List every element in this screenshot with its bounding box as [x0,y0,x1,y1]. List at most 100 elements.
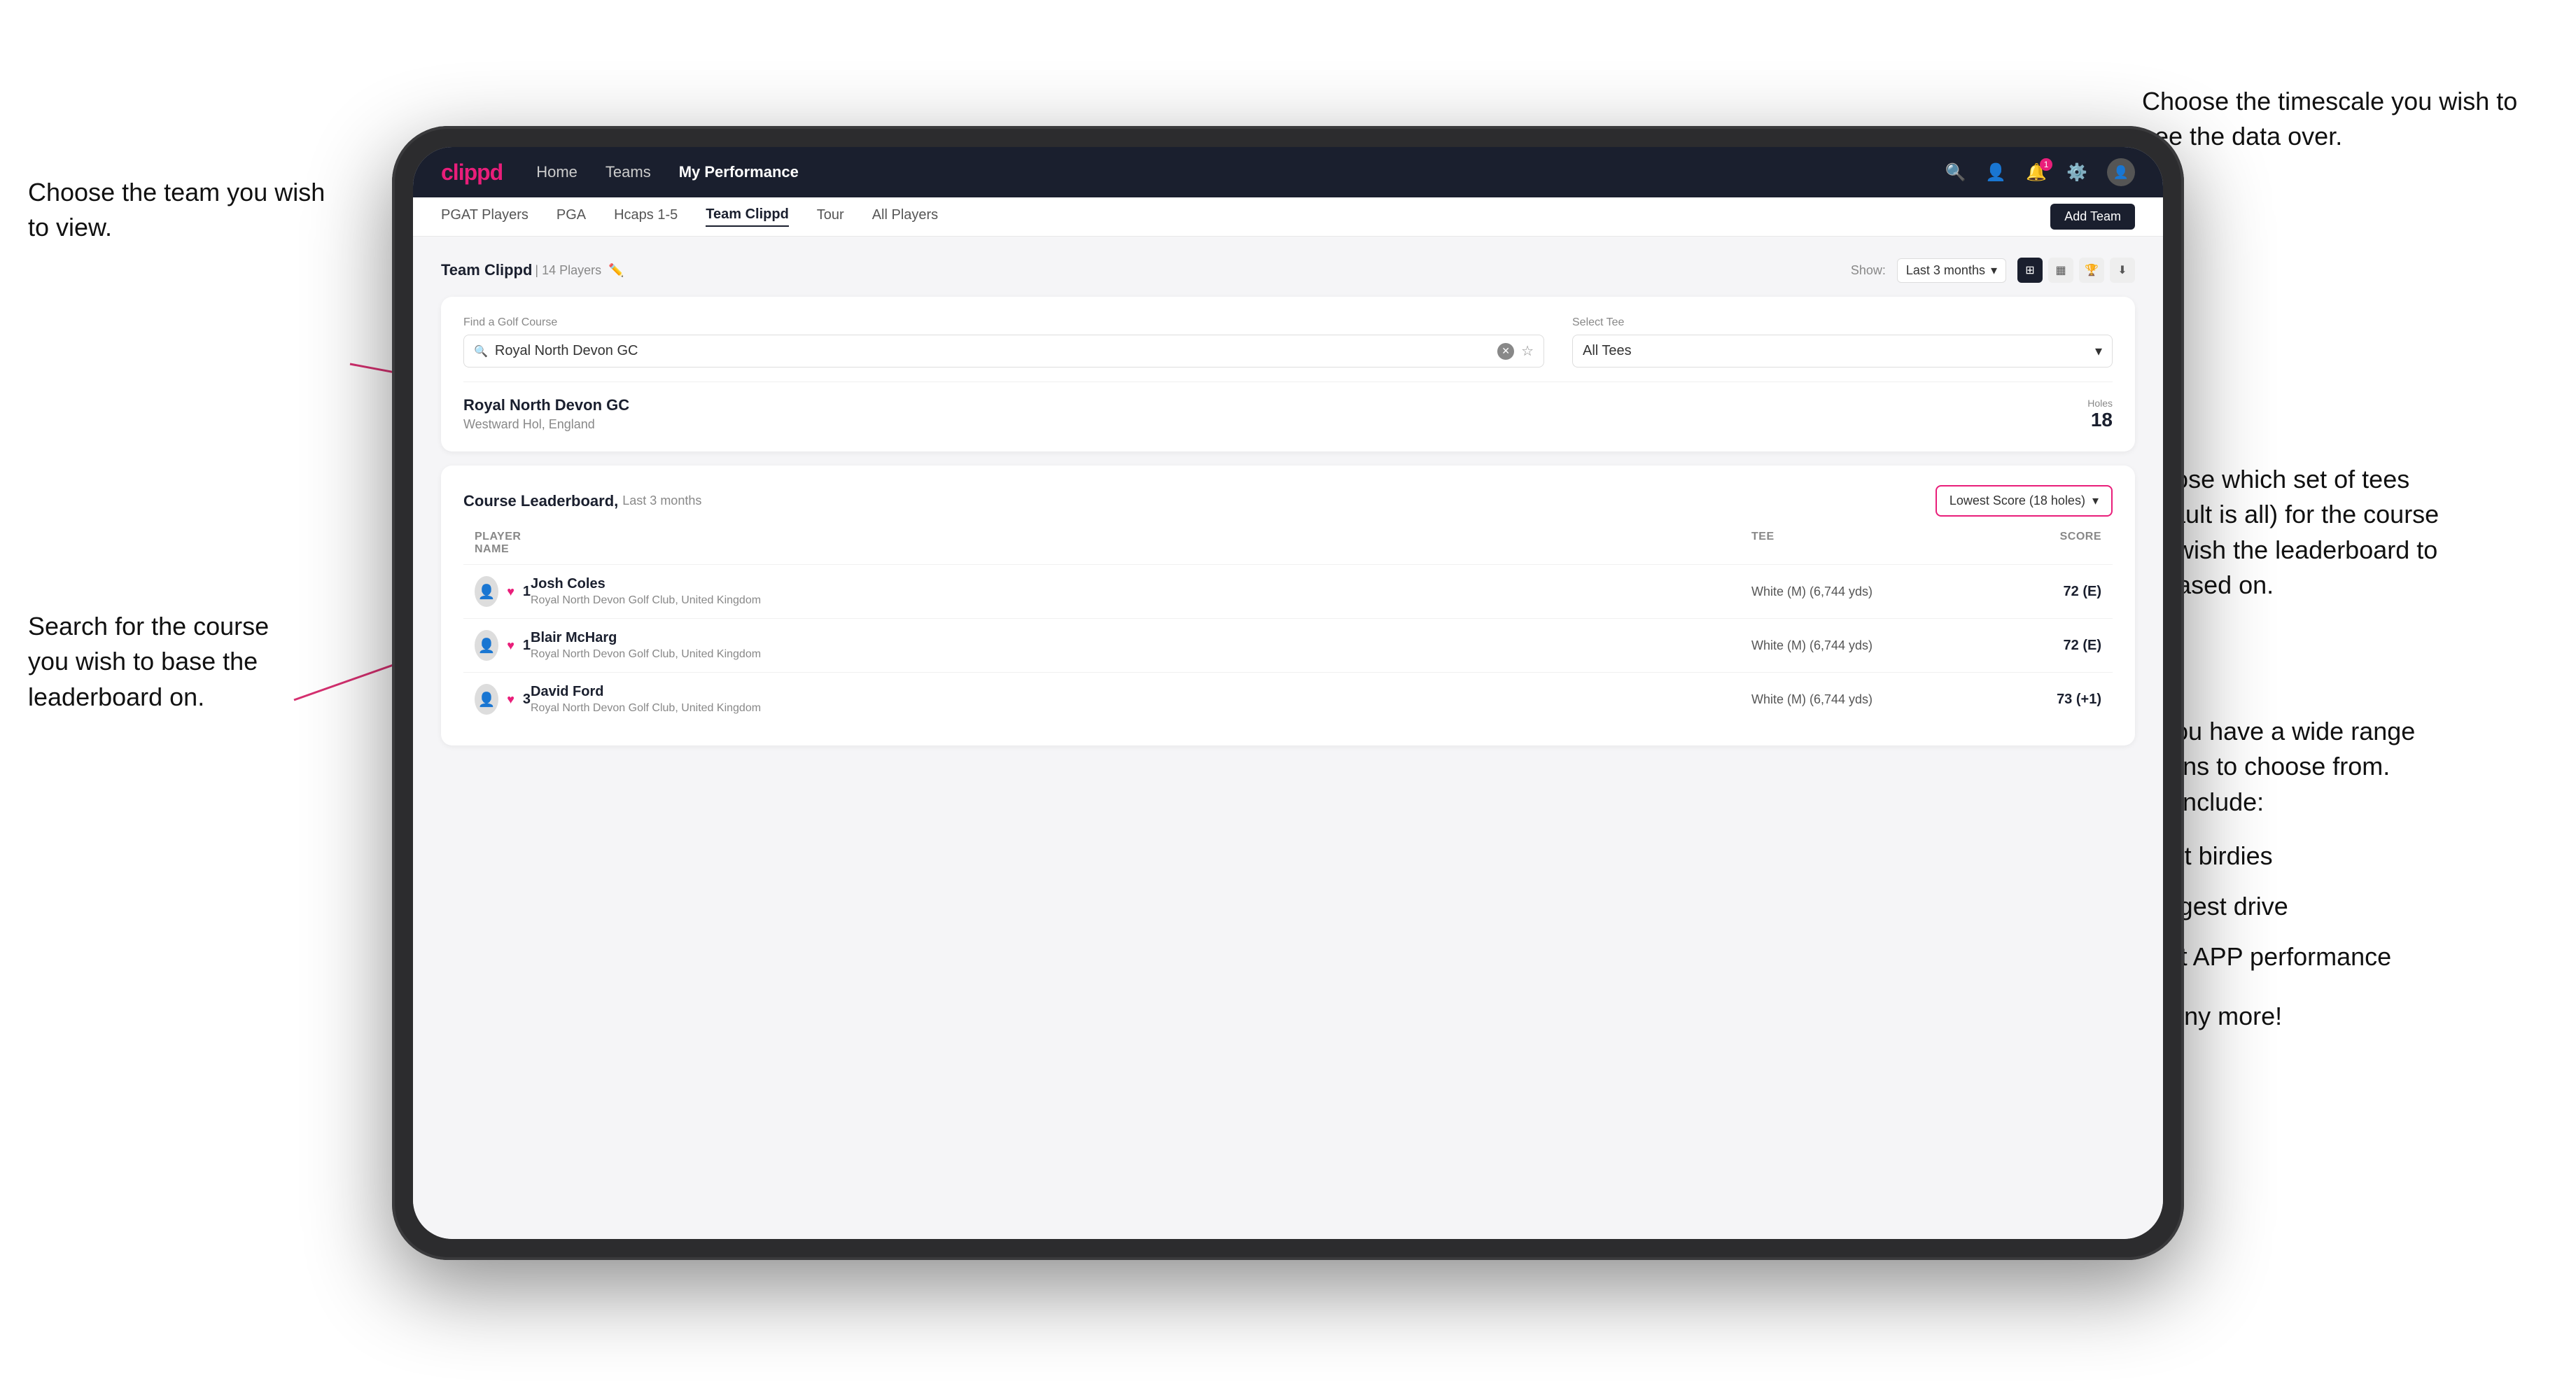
player-club-1: Royal North Devon Golf Club, United King… [531,594,1751,607]
course-search-input[interactable] [495,343,1490,359]
player-name-cell-1: Josh Coles Royal North Devon Golf Club, … [531,576,1751,607]
tab-hcaps[interactable]: Hcaps 1-5 [614,207,678,226]
tee-value-3: White (M) (6,744 yds) [1751,692,1961,707]
find-course-label: Find a Golf Course [463,316,1544,329]
tee-value-2: White (M) (6,744 yds) [1751,638,1961,653]
holes-label: Holes [2087,398,2113,409]
search-input-wrapper: 🔍 ✕ ☆ [463,335,1544,368]
annotation-tees: Choose which set of tees(default is all)… [2128,462,2548,603]
holes-box: Holes 18 [2087,398,2113,431]
profile-icon[interactable]: 👤 [1985,162,2006,183]
chevron-down-icon: ▾ [1991,263,1997,278]
tab-pgat-players[interactable]: PGAT Players [441,207,528,226]
player-rank-2: 👤 ♥ 1 [475,630,531,661]
favorite-icon[interactable]: ☆ [1521,342,1534,360]
main-content: Team Clippd | 14 Players ✏️ Show: Last 3… [413,237,2163,1239]
score-type-chevron-icon: ▾ [2092,493,2099,508]
course-name: Royal North Devon GC [463,396,2087,414]
col-score: SCORE [1961,531,2101,556]
team-title: Team Clippd [441,261,532,279]
score-value-3: 73 (+1) [1961,692,2101,708]
search-icon[interactable]: 🔍 [1945,162,1966,183]
settings-icon[interactable]: ⚙️ [2066,162,2087,183]
tee-chevron-icon: ▾ [2095,342,2102,360]
annotation-search: Search for the courseyou wish to base th… [28,609,350,715]
col-player-name: PLAYER NAME [475,531,531,556]
player-club-2: Royal North Devon Golf Club, United King… [531,648,1751,661]
holes-value: 18 [2087,409,2113,431]
notification-badge: 1 [2040,158,2052,171]
nav-home[interactable]: Home [536,163,578,181]
leaderboard-header: Course Leaderboard, Last 3 months Lowest… [463,485,2113,517]
player-name-cell-3: David Ford Royal North Devon Golf Club, … [531,684,1751,715]
nav-links: Home Teams My Performance [536,163,799,181]
tablet-screen: clippd Home Teams My Performance 🔍 👤 🔔1 … [413,147,2163,1239]
annotation-team-choice: Choose the team you wish to view. [28,175,336,246]
rank-number-1: 1 [523,584,531,600]
show-timeframe-dropdown[interactable]: Last 3 months ▾ [1897,258,2006,283]
leaderboard-subtitle: Last 3 months [622,493,701,508]
player-club-3: Royal North Devon Golf Club, United King… [531,702,1751,715]
select-tee-label: Select Tee [1572,316,2113,329]
nav-bar: clippd Home Teams My Performance 🔍 👤 🔔1 … [413,147,2163,197]
team-header: Team Clippd | 14 Players ✏️ Show: Last 3… [441,258,2135,283]
tab-all-players[interactable]: All Players [872,207,938,226]
player-rank-1: 👤 ♥ 1 [475,576,531,607]
clear-search-button[interactable]: ✕ [1497,343,1514,360]
favorite-player-icon-2[interactable]: ♥ [507,638,514,653]
course-result: Royal North Devon GC Westward Hol, Engla… [463,382,2113,432]
favorite-player-icon-3[interactable]: ♥ [507,692,514,707]
download-button[interactable]: ⬇ [2110,258,2135,283]
leaderboard-title: Course Leaderboard, [463,492,618,510]
tab-pga[interactable]: PGA [556,207,586,226]
table-row: 👤 ♥ 1 Josh Coles Royal North Devon Golf … [463,564,2113,618]
edit-team-icon[interactable]: ✏️ [608,263,624,278]
player-avatar-1: 👤 [475,576,498,607]
col-spacer [531,531,1751,556]
leaderboard-card: Course Leaderboard, Last 3 months Lowest… [441,465,2135,746]
tab-bar: PGAT Players PGA Hcaps 1-5 Team Clippd T… [413,197,2163,237]
user-avatar[interactable]: 👤 [2107,158,2135,186]
app-logo: clippd [441,160,503,186]
score-value-1: 72 (E) [1961,584,2101,600]
annotation-timescale: Choose the timescale you wish to see the… [2142,84,2548,155]
course-info: Royal North Devon GC Westward Hol, Engla… [463,396,2087,432]
tablet-shell: clippd Home Teams My Performance 🔍 👤 🔔1 … [392,126,2184,1260]
player-name-1: Josh Coles [531,576,1751,592]
player-rank-3: 👤 ♥ 3 [475,684,531,715]
favorite-player-icon-1[interactable]: ♥ [507,584,514,599]
show-label: Show: [1851,263,1886,278]
player-name-3: David Ford [531,684,1751,700]
add-team-button[interactable]: Add Team [2050,204,2135,230]
notifications-icon[interactable]: 🔔1 [2026,162,2047,183]
course-search-card: Find a Golf Course 🔍 ✕ ☆ Select Tee All … [441,297,2135,451]
col-tee: TEE [1751,531,1961,556]
tee-select-dropdown[interactable]: All Tees ▾ [1572,335,2113,368]
tee-group: Select Tee All Tees ▾ [1572,316,2113,368]
grid-view-button[interactable]: ⊞ [2017,258,2043,283]
score-type-dropdown[interactable]: Lowest Score (18 holes) ▾ [1935,485,2113,517]
nav-teams[interactable]: Teams [606,163,651,181]
course-location: Westward Hol, England [463,417,2087,432]
player-avatar-2: 👤 [475,630,498,661]
player-avatar-3: 👤 [475,684,498,715]
table-row: 👤 ♥ 1 Blair McHarg Royal North Devon Gol… [463,618,2113,672]
nav-my-performance[interactable]: My Performance [679,163,799,181]
table-row: 👤 ♥ 3 David Ford Royal North Devon Golf … [463,672,2113,726]
rank-number-2: 1 [523,638,531,654]
nav-icons: 🔍 👤 🔔1 ⚙️ 👤 [1945,158,2135,186]
tab-tour[interactable]: Tour [817,207,844,226]
view-icons: ⊞ ▦ 🏆 ⬇ [2017,258,2135,283]
player-name-2: Blair McHarg [531,630,1751,646]
team-count: | 14 Players [535,263,601,278]
search-group: Find a Golf Course 🔍 ✕ ☆ [463,316,1544,368]
course-search-section: Find a Golf Course 🔍 ✕ ☆ Select Tee All … [463,316,2113,368]
score-value-2: 72 (E) [1961,638,2101,654]
table-header: PLAYER NAME TEE SCORE [463,531,2113,564]
tab-team-clippd[interactable]: Team Clippd [706,206,789,227]
trophy-button[interactable]: 🏆 [2079,258,2104,283]
list-view-button[interactable]: ▦ [2048,258,2073,283]
search-magnifier-icon: 🔍 [474,344,488,358]
player-name-cell-2: Blair McHarg Royal North Devon Golf Club… [531,630,1751,661]
rank-number-3: 3 [523,692,531,708]
